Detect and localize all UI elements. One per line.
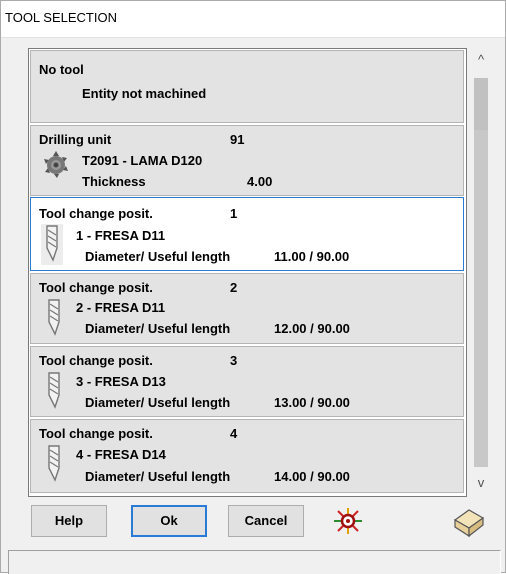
list-item-tool-change-1[interactable]: Tool change posit. 1 1 - FRESA D11 Diame… [30,197,464,271]
item-tool-name: 3 - FRESA D13 [76,374,166,389]
list-item-tool-change-2[interactable]: Tool change posit. 2 2 - FRESA D11 Diame… [30,273,464,344]
item-number: 91 [230,132,245,147]
tool-selection-window: TOOL SELECTION No tool Entity not machin… [0,0,506,574]
item-title: Tool change posit. [39,426,153,441]
item-detail-label: Diameter/ Useful length [85,469,231,484]
vertical-scrollbar[interactable]: ^ v [468,48,494,495]
item-detail-value: 12.00 / 90.00 [274,321,350,336]
item-title: Tool change posit. [39,280,153,295]
help-button[interactable]: Help [31,505,107,537]
item-title: Tool change posit. [39,353,153,368]
item-tool-name: 1 - FRESA D11 [76,228,166,243]
saw-blade-icon [42,150,70,183]
list-item-tool-change-4[interactable]: Tool change posit. 4 4 - FRESA D14 Diame… [30,419,464,493]
item-title: Drilling unit [39,132,112,147]
item-tool-name: 4 - FRESA D14 [76,447,166,462]
list-item-tool-change-3[interactable]: Tool change posit. 3 3 - FRESA D13 Diame… [30,346,464,417]
item-detail-label: Diameter/ Useful length [85,249,231,264]
item-detail-value: 11.00 / 90.00 [274,249,350,264]
milling-cutter-icon [41,224,63,265]
item-number: 4 [230,426,238,441]
window-title: TOOL SELECTION [5,10,117,25]
item-number: 2 [230,280,238,295]
chevron-up-icon: ^ [477,52,485,67]
target-gear-icon[interactable] [331,506,365,541]
item-title: Tool change posit. [39,206,153,221]
scroll-up-button[interactable]: ^ [468,48,494,72]
item-title: No tool [39,62,84,77]
chevron-down-icon: v [477,475,485,490]
scroll-track-fill [474,130,488,467]
item-tool-name: T2091 - LAMA D120 [82,153,203,168]
status-bar [8,550,501,574]
item-detail-value: 13.00 / 90.00 [274,395,350,410]
item-detail-value: 14.00 / 90.00 [274,469,350,484]
title-bar: TOOL SELECTION [1,1,505,38]
list-item-drilling-unit[interactable]: Drilling unit 91 T2091 - LAMA D120 Thick… [30,125,464,196]
item-description: Entity not machined [82,86,207,101]
ok-button[interactable]: Ok [131,505,207,537]
scroll-thumb[interactable] [474,78,488,130]
milling-cutter-icon [43,444,65,485]
item-number: 3 [230,353,238,368]
cancel-button[interactable]: Cancel [228,505,304,537]
item-detail-label: Thickness [82,174,146,189]
list-item-no-tool[interactable]: No tool Entity not machined [30,50,464,123]
item-detail-value: 4.00 [247,174,273,189]
tool-list[interactable]: No tool Entity not machined Drilling uni… [28,48,467,497]
item-detail-label: Diameter/ Useful length [85,395,231,410]
milling-cutter-icon [43,298,65,339]
item-detail-label: Diameter/ Useful length [85,321,231,336]
scroll-down-button[interactable]: v [468,471,494,495]
item-tool-name: 2 - FRESA D11 [76,300,166,315]
box-3d-icon[interactable] [451,506,487,543]
item-number: 1 [230,206,238,221]
milling-cutter-icon [43,371,65,412]
